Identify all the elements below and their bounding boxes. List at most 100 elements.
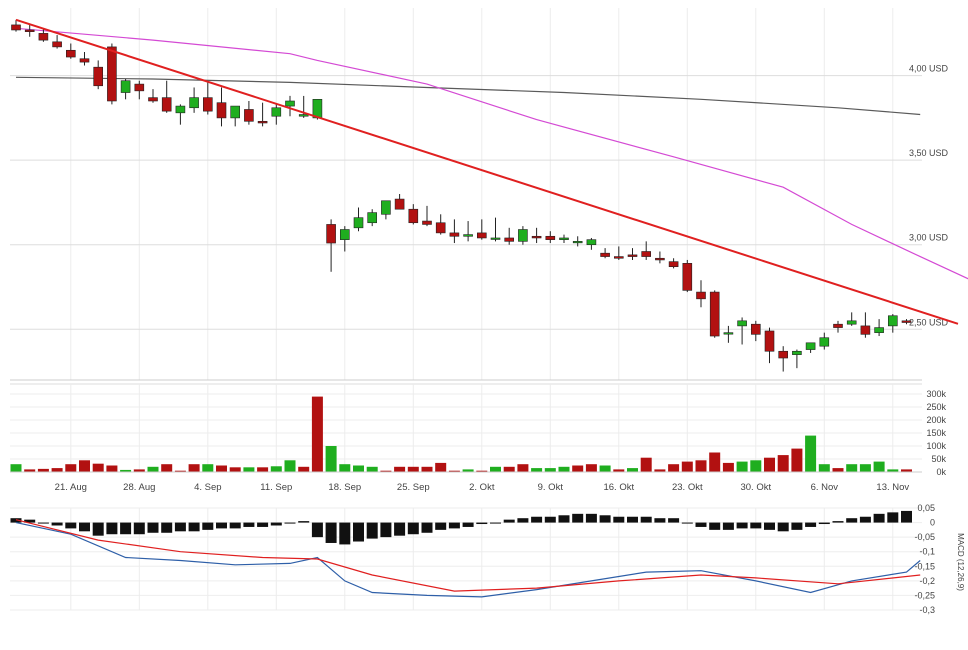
macd-histogram-bar — [161, 522, 173, 533]
candle-body — [600, 252, 610, 257]
macd-histogram-bar — [640, 516, 652, 523]
macd-histogram-bar — [79, 522, 90, 532]
volume-bar — [421, 466, 433, 472]
macd-tick-label: -0,1 — [919, 547, 935, 557]
volume-bar — [490, 466, 501, 472]
candle-body — [792, 350, 802, 355]
volume-tick-label: 150k — [926, 428, 946, 438]
candle-body — [52, 41, 62, 48]
x-tick-label: 16. Okt — [603, 482, 634, 493]
macd-histogram-bar — [353, 522, 364, 542]
volume-bar — [270, 466, 282, 472]
macd-tick-label: 0 — [930, 518, 935, 528]
macd-histogram-bar — [503, 519, 515, 523]
macd-histogram-bar — [339, 522, 351, 545]
candle-body — [244, 109, 254, 122]
volume-bar — [298, 466, 310, 472]
volume-bar — [695, 460, 707, 472]
volume-bar — [339, 464, 351, 472]
candle-body — [24, 29, 35, 32]
candle-body — [230, 105, 240, 119]
macd-histogram-bar — [311, 522, 323, 538]
candle-body — [531, 235, 542, 239]
macd-histogram-bar — [229, 522, 241, 529]
macd-histogram-bar — [887, 512, 899, 523]
candle-body — [285, 100, 295, 107]
macd-line — [15, 522, 921, 598]
macd-histogram-bar — [37, 522, 49, 524]
candle-body — [627, 254, 638, 257]
candle-body — [107, 46, 117, 102]
macd-histogram-bar — [394, 522, 406, 536]
macd-histogram-bar — [859, 516, 871, 523]
volume-bar — [92, 463, 104, 472]
macd-histogram-bar — [791, 522, 803, 530]
volume-bar — [229, 467, 241, 472]
candle-body — [38, 33, 49, 41]
x-tick-label: 2. Okt — [469, 482, 495, 493]
macd-histogram-bar — [818, 522, 830, 525]
candle-body — [79, 58, 90, 63]
volume-bar — [284, 460, 296, 472]
macd-histogram-bar — [325, 522, 337, 543]
candle-body — [613, 256, 624, 259]
volume-tick-label: 100k — [926, 441, 946, 451]
candle-body — [764, 330, 775, 352]
volume-bar — [531, 468, 543, 472]
x-tick-label: 6. Nov — [811, 482, 839, 493]
x-tick-label: 18. Sep — [328, 482, 361, 493]
candle-body — [696, 291, 706, 300]
candle-body — [435, 222, 446, 234]
macd-histogram-bar — [188, 522, 200, 532]
candle-body — [161, 97, 172, 112]
x-tick-label: 25. Sep — [397, 482, 430, 493]
macd-histogram-bar — [462, 522, 474, 527]
volume-bar — [873, 461, 885, 472]
price-tick-label: 3,50 USD — [909, 148, 949, 158]
macd-histogram-bar — [709, 522, 721, 530]
candle-body — [655, 257, 665, 261]
macd-tick-label: 0,05 — [917, 503, 935, 513]
candle-body — [381, 200, 391, 215]
volume-bar — [257, 467, 269, 472]
candle-body — [504, 237, 515, 242]
volume-bar — [407, 466, 419, 472]
macd-histogram-bar — [92, 522, 104, 536]
macd-histogram-bar — [599, 515, 611, 523]
volume-tick-label: 200k — [926, 415, 946, 425]
volume-bar — [764, 457, 775, 472]
candle-body — [339, 229, 350, 240]
volume-tick-label: 300k — [926, 389, 946, 399]
volume-bar — [10, 464, 22, 472]
macd-histogram-bar — [613, 516, 625, 523]
volume-bar — [558, 466, 570, 472]
volume-bar — [188, 464, 200, 472]
candle-body — [326, 224, 336, 244]
candle-body — [134, 83, 145, 92]
candle-body — [586, 239, 597, 246]
candle-body — [120, 80, 131, 93]
volume-bar — [722, 462, 734, 472]
volume-bar — [394, 466, 406, 472]
volume-bar — [366, 466, 378, 472]
x-tick-label: 23. Okt — [672, 482, 703, 493]
volume-bar — [216, 465, 227, 472]
x-tick-label: 4. Sep — [194, 482, 221, 493]
candle-body — [449, 232, 460, 237]
candle-body — [518, 229, 528, 242]
macd-histogram-bar — [380, 522, 392, 538]
candle-body — [559, 237, 569, 240]
macd-histogram-bar — [120, 522, 132, 535]
macd-histogram-bar — [722, 522, 734, 530]
candle-body — [805, 342, 816, 350]
macd-histogram-bar — [764, 522, 775, 530]
volume-bar — [599, 465, 611, 472]
volume-bar — [106, 465, 118, 472]
candle-body — [668, 261, 679, 268]
macd-histogram-bar — [421, 522, 433, 533]
candle-body — [778, 350, 789, 359]
candle-body — [490, 237, 501, 240]
candle-body — [641, 251, 652, 257]
candle-body — [846, 320, 857, 325]
volume-bar — [243, 467, 255, 472]
